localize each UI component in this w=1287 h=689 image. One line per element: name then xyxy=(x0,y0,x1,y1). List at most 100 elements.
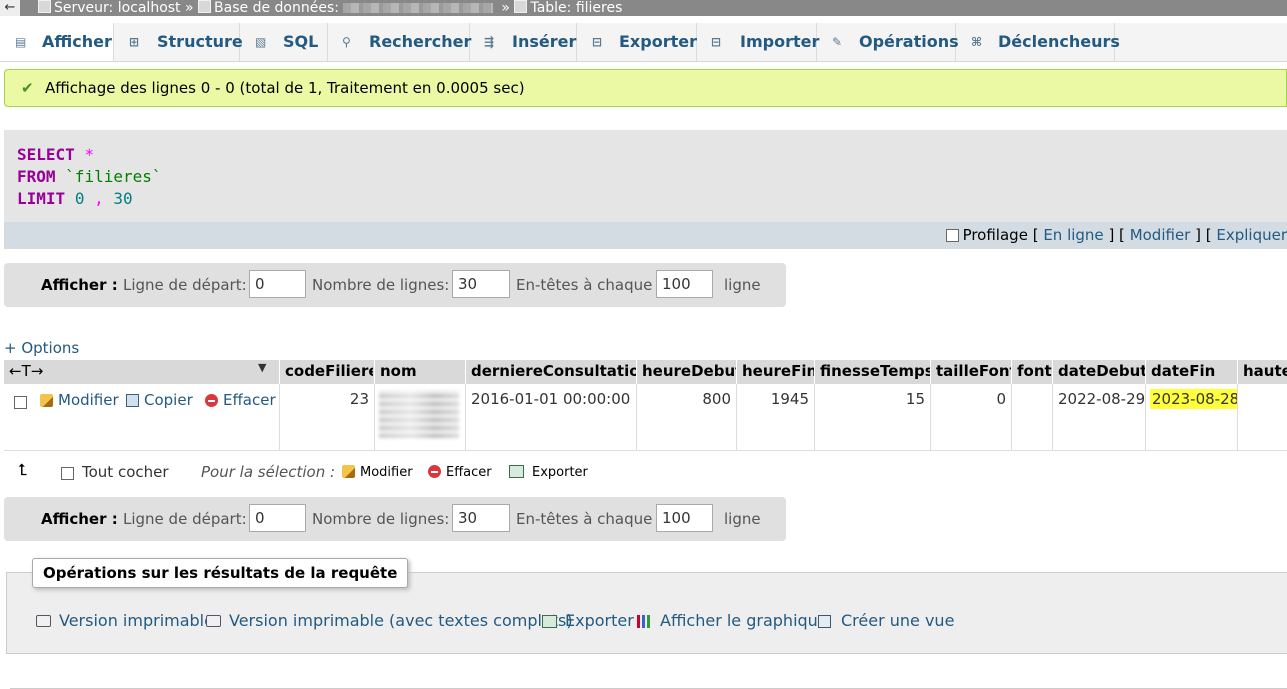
column-header[interactable]: font xyxy=(1011,360,1052,384)
breadcrumb-server[interactable]: Serveur: localhost xyxy=(54,0,181,16)
sql-actions-bar: Profilage [ En ligne ] [ Modifier ] [ Ex… xyxy=(4,222,1287,249)
num-rows-input[interactable] xyxy=(452,504,510,532)
bulk-delete-button[interactable]: Effacer xyxy=(428,465,492,480)
export-icon: ⊟ xyxy=(592,35,603,49)
print-view-full-link[interactable]: Version imprimable (avec textes complets… xyxy=(206,611,573,630)
row-checkbox[interactable] xyxy=(14,396,27,409)
show-label: Afficher : xyxy=(41,510,118,528)
bulk-export-button[interactable]: Exporter xyxy=(509,465,588,480)
column-header[interactable]: finesseTemps xyxy=(814,360,930,384)
sql-line-limit: LIMIT 0 , 30 xyxy=(17,189,133,208)
explain-link[interactable]: Expliquer xyxy=(1216,226,1287,244)
column-header[interactable]: nom xyxy=(374,360,465,384)
create-view-link[interactable]: Créer une vue xyxy=(818,611,954,630)
headers-every-input[interactable] xyxy=(656,270,713,298)
cell-derniereConsultation[interactable]: 2016-01-01 00:00:00 xyxy=(465,384,636,450)
breadcrumb-database[interactable]: Base de données: xyxy=(214,0,339,16)
check-all-label[interactable]: Tout cocher xyxy=(82,463,169,481)
tab-rechercher[interactable]: ⚲ Rechercher xyxy=(328,23,471,61)
server-icon xyxy=(38,0,51,13)
cell-finesseTemps[interactable]: 15 xyxy=(814,384,930,450)
print-view-link[interactable]: Version imprimable xyxy=(36,611,214,630)
cell-heureDebut[interactable]: 800 xyxy=(636,384,736,450)
tab-operations[interactable]: ✎ Opérations xyxy=(817,23,959,61)
checkmark-icon: ✔ xyxy=(21,79,34,97)
breadcrumb-table[interactable]: Table: filieres xyxy=(530,0,622,16)
row-edit-button[interactable]: Modifier xyxy=(40,391,119,409)
display-chart-link[interactable]: Afficher le graphique xyxy=(637,611,828,630)
edit-query-link[interactable]: Modifier xyxy=(1130,226,1191,244)
cell-dateFin[interactable]: 2023-08-28 xyxy=(1145,384,1237,450)
cell-nom-redacted[interactable] xyxy=(374,384,465,450)
print-icon xyxy=(36,615,51,627)
headers-every-input[interactable] xyxy=(656,504,713,532)
for-selection-label: Pour la sélection : xyxy=(201,463,336,481)
tab-bar: ▤ Afficher ⊞ Structure ▧ SQL ⚲ Recherche… xyxy=(0,23,1287,62)
column-header[interactable]: heureFin xyxy=(736,360,814,384)
column-header[interactable]: tailleFont xyxy=(930,360,1011,384)
sql-line-select: SELECT * xyxy=(17,145,95,164)
tab-exporter[interactable]: ⊟ Exporter xyxy=(577,23,697,61)
export-icon xyxy=(509,465,524,478)
navigation-top: Afficher : Ligne de départ: Nombre de li… xyxy=(4,263,786,307)
num-rows-input[interactable] xyxy=(452,270,510,298)
cell-hauteur[interactable] xyxy=(1237,384,1287,450)
rows-unit-label: ligne xyxy=(724,510,761,528)
tab-importer[interactable]: ⊟ Importer xyxy=(697,23,819,61)
show-label: Afficher : xyxy=(41,276,118,294)
table-row: Modifier Copier Effacer 23 2016-01-01 00… xyxy=(4,384,1287,451)
tab-afficher[interactable]: ▤ Afficher xyxy=(0,23,114,61)
cell-heureFin[interactable]: 1945 xyxy=(736,384,814,450)
column-header[interactable]: heureDebut xyxy=(636,360,736,384)
bulk-edit-button[interactable]: Modifier xyxy=(342,465,413,480)
pencil-icon xyxy=(40,394,53,407)
row-copy-button[interactable]: Copier xyxy=(126,391,193,409)
query-operations-legend: Opérations sur les résultats de la requê… xyxy=(32,558,409,588)
tab-declencheurs[interactable]: ⌘ Déclencheurs xyxy=(956,23,1120,61)
profiling-checkbox[interactable] xyxy=(945,229,959,242)
copy-icon xyxy=(126,394,139,407)
num-rows-label: Nombre de lignes: xyxy=(312,510,450,528)
pencil-icon xyxy=(342,465,355,478)
resize-columns-control[interactable]: ←T→ xyxy=(4,360,275,384)
import-icon: ⊟ xyxy=(711,35,722,49)
column-header[interactable]: dateFin xyxy=(1145,360,1237,384)
start-row-input[interactable] xyxy=(249,270,306,298)
column-header[interactable]: dateDebut xyxy=(1052,360,1145,384)
structure-icon: ⊞ xyxy=(129,35,140,49)
selection-actions: ⮤ Tout cocher Pour la sélection : Modifi… xyxy=(0,458,700,488)
check-all-arrow-icon: ⮤ xyxy=(18,460,28,479)
export-link[interactable]: Exporter xyxy=(542,611,634,630)
table-icon xyxy=(514,0,528,13)
back-arrow-icon[interactable]: ← xyxy=(0,0,20,16)
redacted-text xyxy=(379,390,459,438)
tab-structure[interactable]: ⊞ Structure xyxy=(114,23,243,61)
results-table-header: ←T→ ▼ codeFiliere nom derniereConsultati… xyxy=(4,360,1287,384)
chart-icon xyxy=(637,615,652,628)
column-header[interactable]: codeFiliere xyxy=(279,360,373,384)
cell-tailleFont[interactable]: 0 xyxy=(930,384,1011,450)
breadcrumb: ← Serveur: localhost » Base de données: … xyxy=(0,0,1287,16)
options-link[interactable]: + Options xyxy=(4,339,79,357)
profiling-label: Profilage xyxy=(962,226,1028,244)
cell-codeFiliere[interactable]: 23 xyxy=(279,384,374,450)
cell-dateDebut[interactable]: 2022-08-29 xyxy=(1052,384,1145,450)
row-delete-button[interactable]: Effacer xyxy=(205,391,276,409)
num-rows-label: Nombre de lignes: xyxy=(312,276,450,294)
delete-icon xyxy=(428,465,441,478)
tab-sql[interactable]: ▧ SQL xyxy=(240,23,328,61)
sql-query-box[interactable]: SELECT * FROM `filieres` LIMIT 0 , 30 xyxy=(4,130,1287,222)
start-row-input[interactable] xyxy=(249,504,306,532)
sort-dropdown-icon[interactable]: ▼ xyxy=(258,361,266,374)
success-message: ✔ Affichage des lignes 0 - 0 (total de 1… xyxy=(4,69,1287,107)
tab-inserer[interactable]: ⇶ Insérer xyxy=(470,23,577,61)
headers-every-label: En-têtes à chaque xyxy=(516,510,653,528)
inline-edit-link[interactable]: En ligne xyxy=(1043,226,1103,244)
cell-font[interactable] xyxy=(1011,384,1052,450)
column-header[interactable]: derniereConsultation xyxy=(465,360,636,384)
sql-line-from: FROM `filieres` xyxy=(17,167,162,186)
column-header[interactable]: hauteur xyxy=(1237,360,1287,384)
check-all-checkbox[interactable] xyxy=(61,467,74,480)
headers-every-label: En-têtes à chaque xyxy=(516,276,653,294)
breadcrumb-separator: » xyxy=(185,0,194,16)
